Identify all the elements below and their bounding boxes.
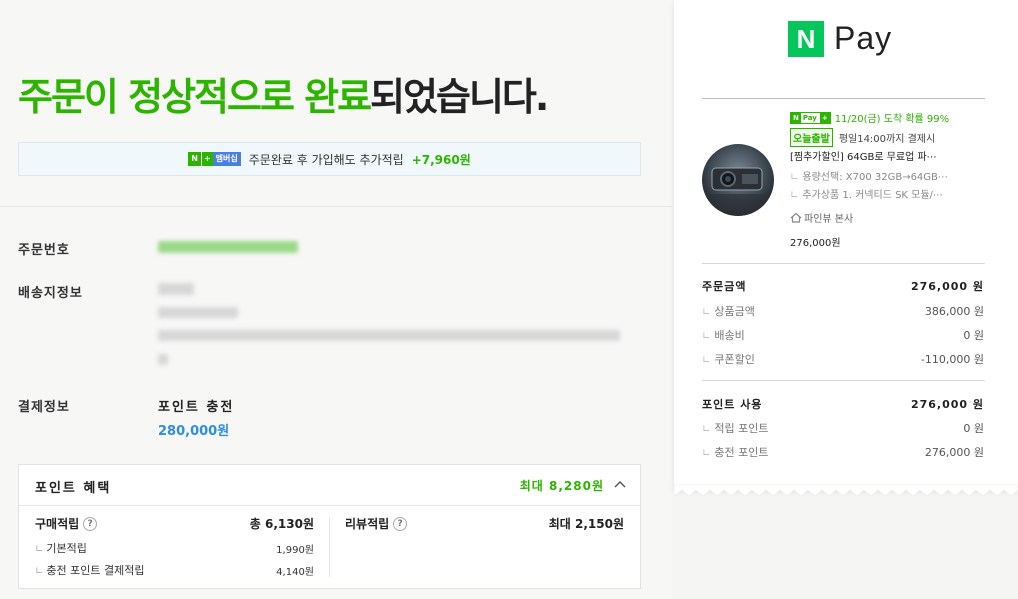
purchase-reward-item-label: 기본적립 xyxy=(46,542,87,555)
shipping-info-label: 배송지정보 xyxy=(18,286,83,301)
page-title-rest: 되었습니다. xyxy=(370,75,549,119)
membership-banner[interactable]: N + 멤버십 주문완료 후 가입해도 추가적립 +7,960원 xyxy=(18,142,641,176)
review-reward-total: 최대 2,150원 xyxy=(548,517,624,531)
order-breakdown-value: -110,000 원 xyxy=(920,353,984,366)
purchase-reward-label: 구매적립 xyxy=(35,517,80,531)
point-use-value: 276,000 원 xyxy=(910,398,984,411)
order-breakdown-value: 0 원 xyxy=(963,329,984,342)
order-breakdown-label: ∟ 상품금액 xyxy=(702,305,755,318)
point-breakdown-text: 충전 포인트 xyxy=(714,446,769,459)
product-option-text: 추가상품 1. 커넥티드 SK 모듈/⋯ xyxy=(802,190,943,201)
point-breakdown-label: ∟ 충전 포인트 xyxy=(702,446,769,459)
today-dispatch: 오늘출발 평일14:00까지 결제시 xyxy=(790,128,935,147)
npay-receipt: N Pay N Pay + 11/20(금) 도착 확률 99% 오늘출발 평일14… xyxy=(674,0,1018,490)
receipt-divider xyxy=(702,380,985,381)
order-breakdown-label: ∟ 배송비 xyxy=(702,329,745,342)
dashcam-image xyxy=(702,144,774,216)
delivery-estimate-text: 11/20(금) 도착 확률 99% xyxy=(834,114,950,125)
payment-method: 포인트 충전 xyxy=(158,400,235,415)
section-divider xyxy=(0,206,672,207)
order-breakdown-label: ∟ 쿠폰할인 xyxy=(702,353,755,366)
receipt-zigzag-edge xyxy=(674,484,1018,497)
order-breakdown-text: 쿠폰할인 xyxy=(714,353,755,366)
purchase-reward-item-value: 1,990원 xyxy=(276,545,314,556)
point-use-label: 포인트 사용 xyxy=(702,398,763,411)
purchase-reward-title: 구매적립 ? xyxy=(35,515,98,532)
order-complete-panel: 주문이 정상적으로 완료되었습니다. N + 멤버십 주문완료 후 가입해도 추… xyxy=(0,0,672,599)
membership-banner-text: 주문완료 후 가입해도 추가적립 xyxy=(248,152,404,167)
order-amount-value: 276,000 원 xyxy=(910,280,984,293)
recipient-redacted xyxy=(158,283,194,295)
badge-plus: + xyxy=(200,152,213,166)
point-breakdown-label: ∟ 적립 포인트 xyxy=(702,422,769,435)
purchase-reward-item: ∟ 충전 포인트 결제적립 xyxy=(35,564,145,577)
chevron-up-icon[interactable] xyxy=(614,479,626,489)
seller-name: 파인뷰 본사 xyxy=(804,214,854,225)
npay-logo-text: Pay xyxy=(834,20,893,56)
product-thumbnail[interactable] xyxy=(702,144,774,216)
page-title-highlight: 주문이 정상적으로 완료 xyxy=(18,75,372,119)
purchase-reward-total: 총 6,130원 xyxy=(249,517,314,531)
product-option-text: 용량선택: X700 32GB→64GB⋯ xyxy=(802,172,948,183)
product-option: ∟ 용량선택: X700 32GB→64GB⋯ xyxy=(790,172,948,183)
order-amount-label: 주문금액 xyxy=(702,280,747,293)
today-dispatch-text: 평일14:00까지 결제시 xyxy=(838,134,936,145)
payment-amount: 280,000원 xyxy=(158,424,230,439)
page-title: 주문이 정상적으로 완료되었습니다. xyxy=(18,66,549,121)
receipt-divider xyxy=(702,263,985,264)
point-benefit-max[interactable]: 최대 8,280원 xyxy=(520,477,604,494)
receipt-divider xyxy=(702,98,985,99)
benefit-divider xyxy=(19,505,640,506)
home-icon xyxy=(790,212,802,223)
badge-n: N xyxy=(791,112,801,123)
npay-plus-badge: N Pay + xyxy=(790,111,831,124)
today-dispatch-badge: 오늘출발 xyxy=(790,128,833,147)
product-option: ∟ 추가상품 1. 커넥티드 SK 모듈/⋯ xyxy=(790,190,943,201)
badge-plus: + xyxy=(818,112,830,123)
point-breakdown-value: 276,000 원 xyxy=(924,446,984,459)
purchase-reward-item-value: 4,140원 xyxy=(276,567,314,578)
npay-logo: N Pay xyxy=(788,20,892,57)
address-tail-redacted xyxy=(158,354,168,365)
point-benefit-title: 포인트 혜택 xyxy=(35,481,112,496)
product-name[interactable]: [찜추가할인] 64GB로 무료업 파⋯ xyxy=(790,148,937,163)
badge-pay: Pay xyxy=(802,113,817,122)
payment-info-label: 결제정보 xyxy=(18,400,70,415)
address-redacted xyxy=(158,330,620,341)
badge-membership: 멤버십 xyxy=(212,152,241,166)
review-reward-title: 리뷰적립 ? xyxy=(345,515,408,532)
npay-membership-badge: N + 멤버십 xyxy=(188,152,241,166)
purchase-reward-item-label: 충전 포인트 결제적립 xyxy=(46,564,145,577)
order-breakdown-text: 배송비 xyxy=(714,329,745,342)
badge-n: N xyxy=(188,152,201,166)
delivery-estimate: N Pay + 11/20(금) 도착 확률 99% xyxy=(790,110,949,125)
order-breakdown-text: 상품금액 xyxy=(714,305,755,318)
point-breakdown-value: 0 원 xyxy=(963,422,984,435)
order-number-redacted xyxy=(158,241,298,253)
point-benefit-box: 포인트 혜택 최대 8,280원 구매적립 ? 총 6,130원 ∟ 기본적립 1… xyxy=(18,464,641,589)
phone-redacted xyxy=(158,307,238,318)
help-icon[interactable]: ? xyxy=(83,516,98,531)
review-reward-label: 리뷰적립 xyxy=(345,517,390,531)
purchase-reward-item: ∟ 기본적립 xyxy=(35,542,87,555)
point-breakdown-text: 적립 포인트 xyxy=(714,422,769,435)
help-icon[interactable]: ? xyxy=(393,516,408,531)
npay-logo-n: N xyxy=(788,20,824,57)
product-price: 276,000원 xyxy=(790,238,841,249)
membership-banner-amount: +7,960원 xyxy=(411,152,471,167)
benefit-column-divider xyxy=(329,517,330,577)
order-number-label: 주문번호 xyxy=(18,243,70,258)
order-breakdown-value: 386,000 원 xyxy=(924,305,984,318)
seller[interactable]: 파인뷰 본사 xyxy=(790,210,853,225)
